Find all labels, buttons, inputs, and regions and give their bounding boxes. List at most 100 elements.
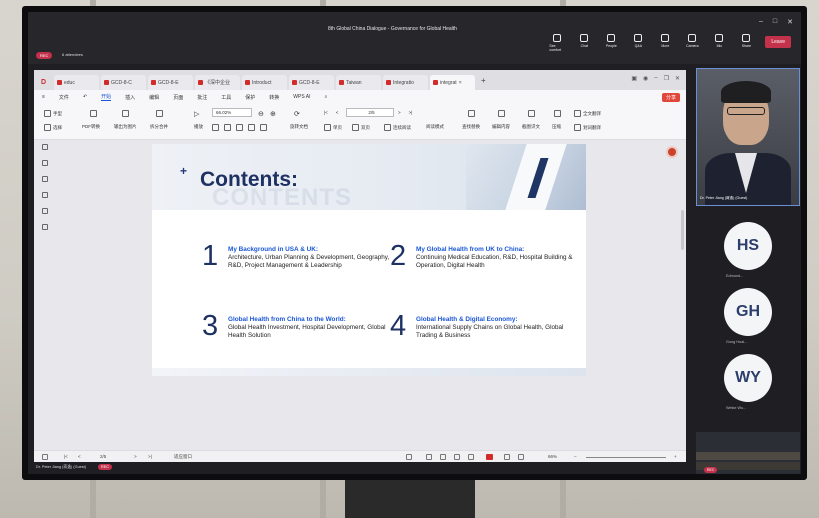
- doc-tab[interactable]: Taiwan: [336, 75, 381, 90]
- signature-icon[interactable]: [42, 208, 48, 214]
- participant-avatar-hs[interactable]: HS: [724, 222, 772, 270]
- play-icon[interactable]: ▷: [194, 110, 199, 118]
- next-page-icon[interactable]: >: [398, 110, 401, 115]
- people-button[interactable]: People: [603, 34, 619, 48]
- sidebar-toggle-icon[interactable]: [42, 454, 48, 460]
- status-page[interactable]: 2/5: [100, 454, 106, 459]
- zoom-select[interactable]: 66.02%: [212, 108, 252, 117]
- compress-icon[interactable]: [554, 110, 561, 117]
- last-page-icon[interactable]: >|: [148, 454, 152, 459]
- zoom-out-icon[interactable]: –: [574, 454, 577, 459]
- read-mode-button[interactable]: 阅读模式: [426, 124, 444, 130]
- find-icon[interactable]: [468, 110, 475, 117]
- prev-page-icon[interactable]: <: [78, 454, 81, 459]
- doc-tab[interactable]: GCD-8-E: [289, 75, 334, 90]
- actual-size-icon[interactable]: [236, 124, 243, 131]
- zoom-in-icon[interactable]: ⊕: [270, 110, 276, 118]
- minimize-icon[interactable]: –: [759, 18, 763, 26]
- comment-icon[interactable]: [42, 176, 48, 182]
- doc-tab[interactable]: GCD-8-E: [148, 75, 193, 90]
- qa-button[interactable]: Q&A: [630, 34, 646, 48]
- menu-tools[interactable]: 工具: [221, 94, 231, 101]
- select-tool-button[interactable]: 选择: [44, 124, 62, 131]
- translate-word-button[interactable]: 划词翻译: [574, 124, 601, 131]
- first-page-icon[interactable]: |<: [64, 454, 68, 459]
- merge-icon[interactable]: [156, 110, 163, 117]
- new-tab-icon[interactable]: +: [481, 76, 486, 85]
- zoom-out-icon[interactable]: ⊖: [258, 110, 264, 118]
- pdf-icon[interactable]: [90, 110, 97, 117]
- room-video-tile[interactable]: REC: [696, 432, 800, 474]
- single-view-icon[interactable]: [426, 454, 432, 460]
- fit-window-label[interactable]: 适应窗口: [174, 454, 192, 460]
- participant-avatar-gh[interactable]: GH: [724, 288, 772, 336]
- camera-button[interactable]: Camera: [684, 34, 700, 48]
- hand-tool-button[interactable]: 手型: [44, 110, 62, 117]
- last-page-icon[interactable]: >|: [409, 110, 413, 115]
- doc-tab[interactable]: Introduct: [242, 75, 287, 90]
- wps-assistant-icon[interactable]: [666, 146, 678, 158]
- maximize-icon[interactable]: □: [773, 18, 777, 26]
- double-view-icon[interactable]: [440, 454, 446, 460]
- vertical-scrollbar[interactable]: [681, 210, 684, 250]
- hamburger-icon[interactable]: ≡: [42, 94, 45, 100]
- double-page-button[interactable]: 双页: [352, 124, 370, 131]
- rotate-button[interactable]: 旋转文档: [290, 124, 308, 130]
- continuous-view-icon[interactable]: [454, 454, 460, 460]
- next-page-icon[interactable]: >: [134, 454, 137, 459]
- share-doc-button[interactable]: 分享: [661, 93, 680, 102]
- split-merge-button[interactable]: 拆分合并: [150, 124, 168, 130]
- close-icon[interactable]: ✕: [675, 75, 680, 82]
- edit-content-button[interactable]: 编辑内容: [492, 124, 510, 130]
- leave-button[interactable]: Leave: [765, 36, 791, 48]
- fit-icon[interactable]: [504, 454, 510, 460]
- doc-tab[interactable]: 《深中企业: [195, 75, 240, 90]
- attendee-count[interactable]: 6 attendees: [62, 52, 83, 57]
- see-comfort-button[interactable]: See comfort: [549, 34, 565, 52]
- chat-button[interactable]: Chat: [576, 34, 592, 48]
- layout-icon[interactable]: ▣: [631, 75, 637, 82]
- menu-page[interactable]: 页面: [173, 94, 183, 101]
- thumbnail-icon[interactable]: [260, 124, 267, 131]
- menu-wps-ai[interactable]: WPS AI: [293, 94, 310, 100]
- thumbnail-icon[interactable]: [42, 160, 48, 166]
- zoom-slider[interactable]: [586, 457, 666, 458]
- play-slides-icon[interactable]: [486, 454, 493, 460]
- fullscreen-icon[interactable]: [518, 454, 524, 460]
- minimize-icon[interactable]: –: [654, 75, 657, 82]
- participant-avatar-wy[interactable]: WY: [724, 354, 772, 402]
- search-icon[interactable]: ⌕: [325, 94, 328, 100]
- participant-video-tile[interactable]: Dr. Peter Jiang (蒋逸) (Guest): [696, 68, 800, 206]
- find-replace-button[interactable]: 查找替换: [462, 124, 480, 130]
- share-screen-button[interactable]: Share: [738, 34, 754, 48]
- menu-home[interactable]: 开始: [101, 93, 112, 101]
- page-input[interactable]: 2/5: [346, 108, 394, 117]
- avatar-icon[interactable]: ◉: [643, 75, 648, 82]
- eye-icon[interactable]: [406, 454, 412, 460]
- rotate-icon[interactable]: ⟳: [294, 110, 300, 118]
- mic-button[interactable]: Mic: [711, 34, 727, 48]
- export-icon[interactable]: [122, 110, 129, 117]
- status-zoom[interactable]: 66%: [548, 454, 557, 459]
- export-image-button[interactable]: 输出为图片: [114, 124, 137, 130]
- pdf-convert-button[interactable]: PDF转换: [82, 124, 100, 130]
- first-page-icon[interactable]: |<: [324, 110, 328, 115]
- menu-file[interactable]: 文件: [59, 94, 69, 101]
- single-page-button[interactable]: 单页: [324, 124, 342, 131]
- translate-full-button[interactable]: 全文翻译: [574, 110, 601, 117]
- menu-protect[interactable]: 保护: [245, 94, 255, 101]
- play-button[interactable]: 播放: [194, 124, 203, 130]
- zoom-in-icon[interactable]: +: [674, 454, 677, 459]
- home-tab[interactable]: D: [38, 75, 52, 90]
- restore-icon[interactable]: ❐: [664, 75, 669, 82]
- grid-icon[interactable]: [248, 124, 255, 131]
- close-icon[interactable]: ✕: [787, 18, 793, 26]
- attachment-icon[interactable]: [42, 192, 48, 198]
- continuous-read-button[interactable]: 连续阅读: [384, 124, 411, 131]
- more-button[interactable]: More: [657, 34, 673, 48]
- prev-page-icon[interactable]: <: [336, 110, 339, 115]
- edit-content-icon[interactable]: [498, 110, 505, 117]
- compress-button[interactable]: 压缩: [552, 124, 561, 130]
- close-tab-icon[interactable]: ×: [459, 80, 462, 86]
- undo-icon[interactable]: ↶: [83, 94, 87, 100]
